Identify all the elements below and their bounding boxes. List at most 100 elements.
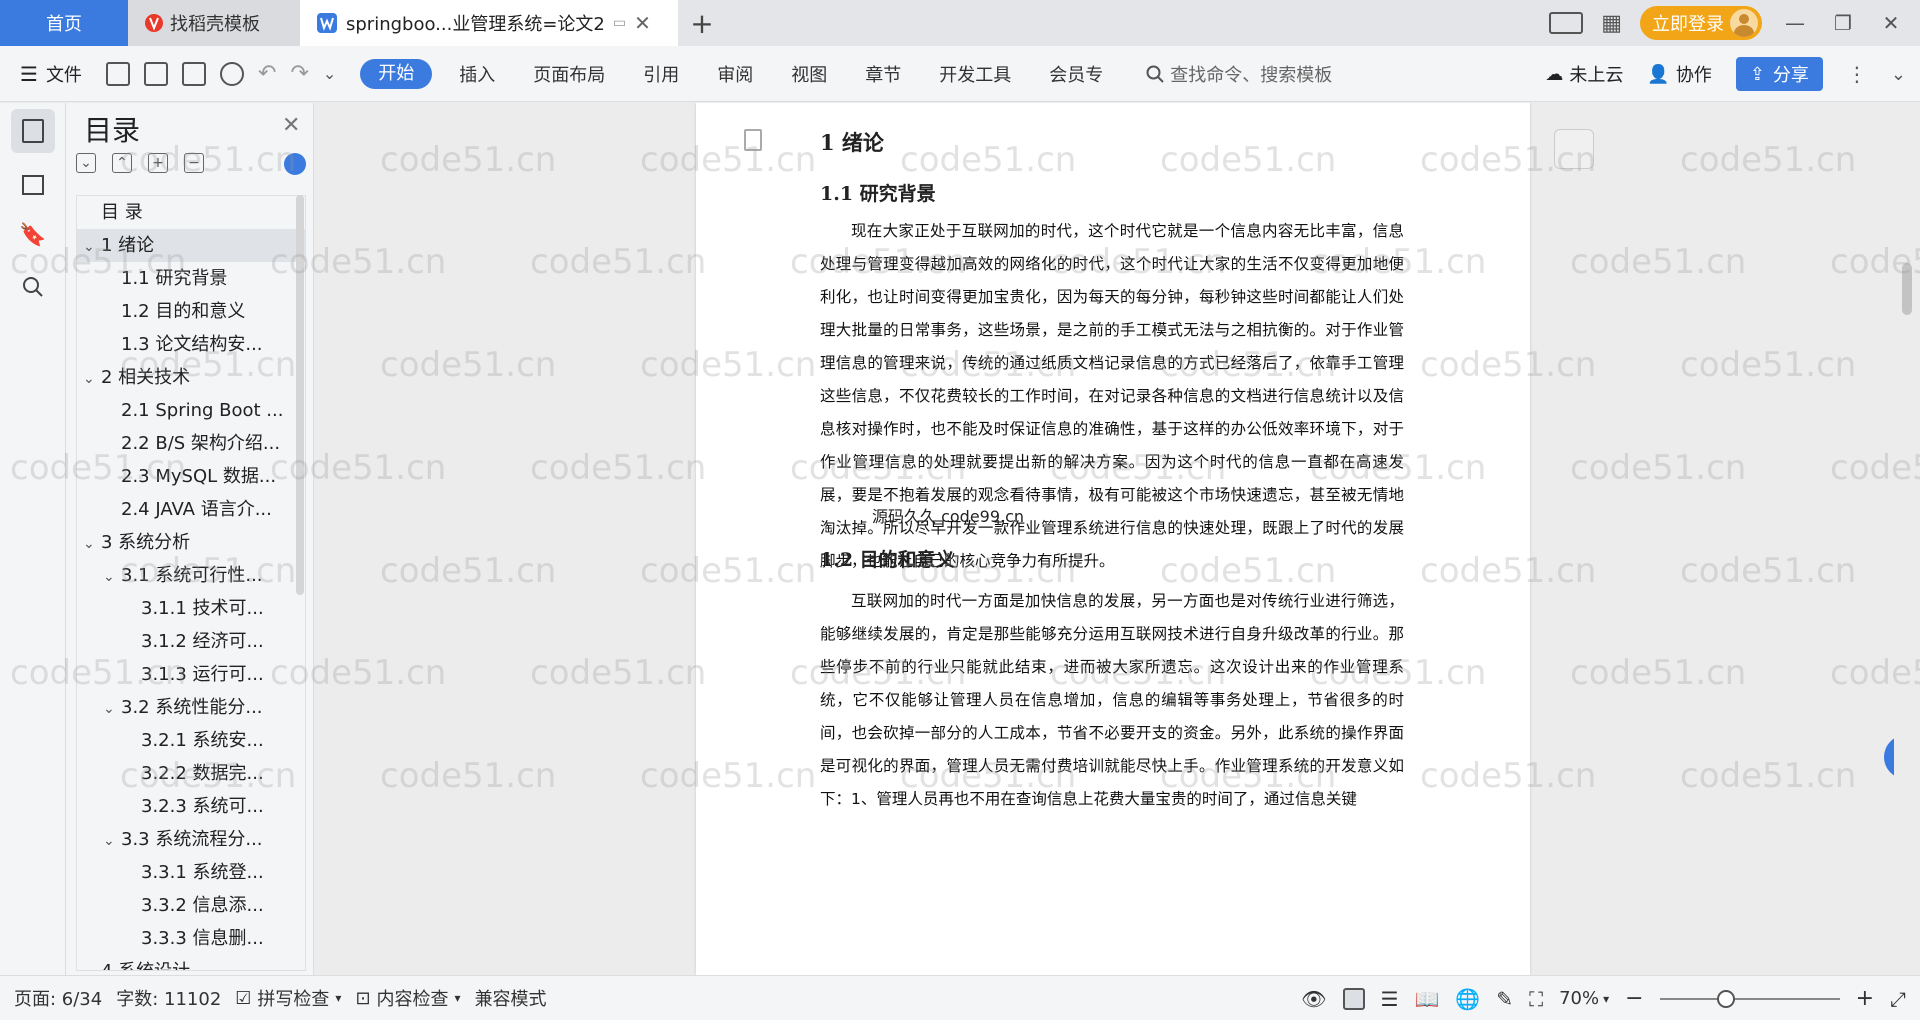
print-preview-icon[interactable] bbox=[220, 61, 244, 86]
ribbon-tab-home[interactable]: 开始 bbox=[360, 58, 433, 89]
ribbon-collapse-icon[interactable]: ⌄ bbox=[1891, 64, 1906, 85]
close-window-icon[interactable]: ✕ bbox=[1876, 11, 1906, 35]
login-button[interactable]: 立即登录 bbox=[1640, 6, 1762, 40]
quick-access-more-icon[interactable]: ⌄ bbox=[323, 64, 336, 83]
toc-item[interactable]: 目 录 bbox=[77, 196, 305, 229]
cloud-status[interactable]: ☁ 未上云 bbox=[1545, 61, 1623, 87]
chevron-down-icon[interactable]: ⌄ bbox=[83, 957, 101, 970]
toc-item[interactable]: 2.3 MySQL 数据... bbox=[77, 460, 305, 493]
fit-page-icon[interactable]: ⛶ bbox=[1529, 987, 1543, 1011]
tab-document[interactable]: springboo...业管理系统=论文2 ▭ ✕ bbox=[300, 0, 678, 46]
ribbon-tab-developer[interactable]: 开发工具 bbox=[920, 61, 1030, 87]
ai-assistant-icon[interactable] bbox=[284, 153, 306, 175]
redo-icon[interactable]: ↷ bbox=[290, 61, 308, 86]
save-icon[interactable] bbox=[106, 61, 130, 86]
write-mode-icon[interactable]: ✎ bbox=[1496, 987, 1513, 1011]
chevron-down-icon[interactable]: ⌄ bbox=[103, 825, 121, 856]
toc-close-icon[interactable]: ✕ bbox=[282, 113, 300, 138]
toc-item[interactable]: ⌄ 1 绪论 bbox=[77, 229, 305, 262]
content-check-button[interactable]: ⊡ 内容检查 ▾ bbox=[355, 985, 460, 1011]
chevron-down-icon[interactable]: ⌄ bbox=[83, 363, 101, 394]
minimize-icon[interactable]: — bbox=[1780, 11, 1810, 35]
tab-close-icon[interactable]: ✕ bbox=[634, 11, 651, 35]
zoom-slider-knob[interactable] bbox=[1716, 989, 1735, 1008]
page-options-icon[interactable] bbox=[744, 129, 762, 151]
undo-icon[interactable]: ↶ bbox=[258, 61, 276, 86]
toc-item[interactable]: ⌄4 系统设计 bbox=[77, 955, 305, 970]
reading-view-icon[interactable]: 📖 bbox=[1415, 987, 1440, 1011]
save-as-icon[interactable] bbox=[144, 61, 168, 86]
zoom-in-icon[interactable]: + bbox=[1856, 986, 1874, 1011]
toc-item[interactable]: ⌄ 3.2 系统性能分... bbox=[77, 691, 305, 724]
toc-item[interactable]: 3.2.2 数据完... bbox=[77, 757, 305, 790]
toc-item[interactable]: 3.3.1 系统登... bbox=[77, 856, 305, 889]
tab-templates[interactable]: 找稻壳模板 bbox=[128, 0, 300, 46]
toc-item[interactable]: 3.3.2 信息添... bbox=[77, 889, 305, 922]
page-count[interactable]: 页面: 6/34 bbox=[14, 985, 102, 1011]
fullscreen-icon[interactable]: ⤢ bbox=[1890, 987, 1906, 1011]
zoom-level[interactable]: 70% ▾ bbox=[1559, 988, 1609, 1009]
toc-item[interactable]: 2.2 B/S 架构介绍... bbox=[77, 427, 305, 460]
rail-outline-button[interactable] bbox=[11, 163, 55, 207]
ribbon-tab-review[interactable]: 审阅 bbox=[698, 61, 772, 87]
toc-item[interactable]: 3.1.2 经济可... bbox=[77, 625, 305, 658]
rail-toc-button[interactable] bbox=[11, 109, 55, 153]
layout-toggle-icon[interactable] bbox=[1549, 12, 1584, 34]
side-panel-toggle[interactable]: ‹ bbox=[1884, 735, 1894, 779]
page-view-icon[interactable] bbox=[1342, 987, 1365, 1010]
spellcheck-button[interactable]: ☑ 拼写检查 ▾ bbox=[235, 985, 341, 1011]
toc-item[interactable]: ⌄ 2 相关技术 bbox=[77, 361, 305, 394]
ribbon-tab-member[interactable]: 会员专 bbox=[1030, 61, 1122, 87]
tab-restore-icon[interactable]: ▭ bbox=[613, 15, 626, 31]
floating-filter-icon[interactable] bbox=[1554, 129, 1594, 169]
apps-grid-icon[interactable]: ▦ bbox=[1601, 11, 1622, 36]
toc-item[interactable]: 3.2.1 系统安... bbox=[77, 724, 305, 757]
ribbon-tab-chapter[interactable]: 章节 bbox=[846, 61, 920, 87]
document-page[interactable]: 1 绪论 1.1 研究背景 现在大家正处于互联网加的时代，这个时代它就是一个信息… bbox=[696, 103, 1530, 975]
chevron-down-icon[interactable]: ⌄ bbox=[103, 693, 121, 724]
toc-item[interactable]: 3.1.3 运行可... bbox=[77, 658, 305, 691]
toc-item[interactable]: 1.2 目的和意义 bbox=[77, 295, 305, 328]
ribbon-tab-layout[interactable]: 页面布局 bbox=[514, 61, 624, 87]
share-button[interactable]: ⇪ 分享 bbox=[1735, 57, 1823, 91]
add-heading-icon[interactable]: + bbox=[148, 153, 168, 173]
vertical-scrollbar[interactable] bbox=[1894, 103, 1920, 975]
ribbon-tab-references[interactable]: 引用 bbox=[624, 61, 698, 87]
chevron-down-icon[interactable]: ⌄ bbox=[103, 561, 121, 592]
toc-item[interactable]: 3.3.3 信息删... bbox=[77, 922, 305, 955]
maximize-icon[interactable]: ❐ bbox=[1828, 11, 1858, 35]
remove-heading-icon[interactable]: − bbox=[184, 153, 204, 173]
print-icon[interactable] bbox=[182, 61, 206, 86]
command-search[interactable]: 查找命令、搜索模板 bbox=[1146, 61, 1332, 87]
outline-view-icon[interactable]: ☰ bbox=[1381, 987, 1399, 1011]
toc-item[interactable]: 2.4 JAVA 语言介... bbox=[77, 493, 305, 526]
word-count[interactable]: 字数: 11102 bbox=[116, 985, 221, 1011]
toc-item[interactable]: ⌄ 3.3 系统流程分... bbox=[77, 823, 305, 856]
toc-item[interactable]: 2.1 Spring Boot ... bbox=[77, 394, 305, 427]
ribbon-tab-view[interactable]: 视图 bbox=[772, 61, 846, 87]
ribbon-tab-insert[interactable]: 插入 bbox=[440, 61, 514, 87]
zoom-slider[interactable] bbox=[1659, 989, 1840, 1008]
toc-item[interactable]: 3.1.1 技术可... bbox=[77, 592, 305, 625]
eye-protect-icon[interactable]: 👁 bbox=[1301, 987, 1326, 1011]
rail-bookmark-button[interactable]: 🔖 bbox=[11, 213, 55, 257]
toc-item[interactable]: ⌄ 3.1 系统可行性... bbox=[77, 559, 305, 592]
toc-item[interactable]: 1.3 论文结构安... bbox=[77, 328, 305, 361]
tab-home[interactable]: 首页 bbox=[0, 0, 128, 46]
toc-scrollbar[interactable] bbox=[296, 195, 304, 595]
file-menu[interactable]: ☰ 文件 bbox=[0, 61, 106, 87]
collapse-all-icon[interactable]: ⌃ bbox=[112, 153, 132, 173]
zoom-out-icon[interactable]: − bbox=[1625, 986, 1643, 1011]
toc-item[interactable]: 3.2.3 系统可... bbox=[77, 790, 305, 823]
toc-item[interactable]: 1.1 研究背景 bbox=[77, 262, 305, 295]
collab-button[interactable]: 👤 协作 bbox=[1647, 61, 1711, 87]
chevron-down-icon[interactable]: ⌄ bbox=[83, 231, 101, 262]
rail-search-button[interactable] bbox=[11, 265, 55, 309]
web-view-icon[interactable]: 🌐 bbox=[1455, 987, 1480, 1011]
toc-item[interactable]: ⌄ 3 系统分析 bbox=[77, 526, 305, 559]
new-tab-button[interactable]: + bbox=[678, 0, 726, 46]
more-options-icon[interactable]: ⋮ bbox=[1847, 62, 1867, 86]
chevron-down-icon[interactable]: ⌄ bbox=[83, 528, 101, 559]
expand-all-icon[interactable]: ⌄ bbox=[76, 153, 96, 173]
vertical-scroll-thumb[interactable] bbox=[1902, 263, 1912, 315]
